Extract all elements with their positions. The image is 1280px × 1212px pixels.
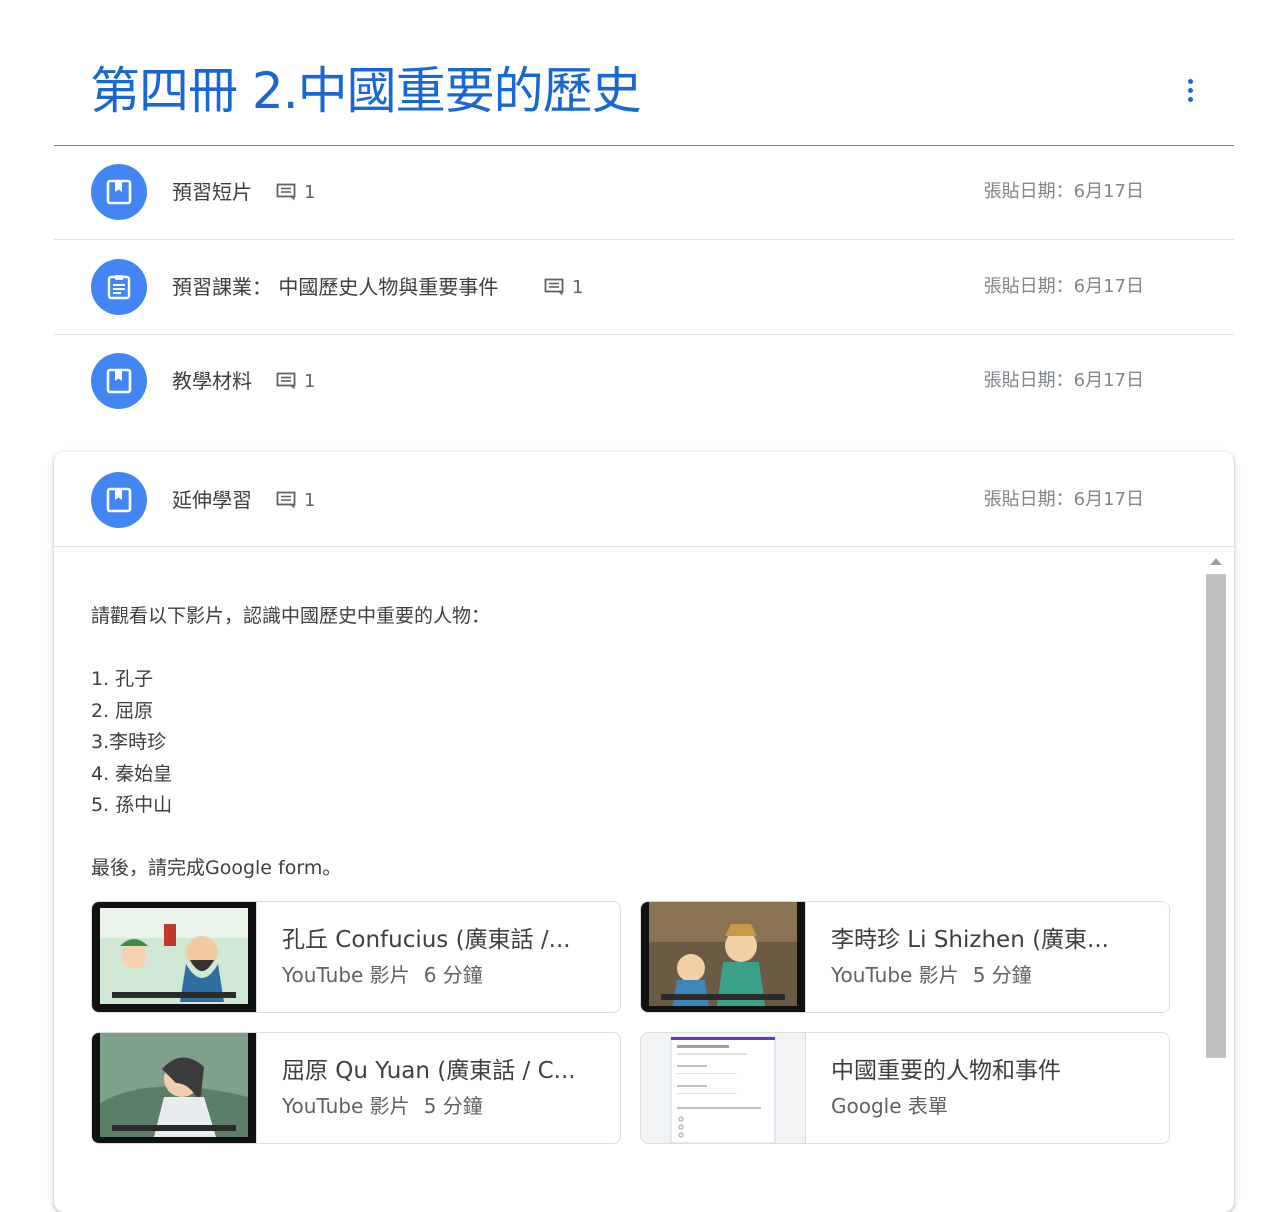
posted-date: 張貼日期：6月17日	[983, 276, 1144, 297]
row-title: 預習短片	[172, 180, 252, 204]
more-options-button[interactable]	[1168, 68, 1212, 112]
book-icon	[91, 472, 147, 528]
vertical-scrollbar[interactable]	[1204, 548, 1228, 1168]
comment-icon	[276, 491, 296, 509]
video-thumbnail	[92, 1033, 257, 1143]
attachment-meta: Google 表單	[831, 1094, 948, 1118]
scroll-up-arrow-icon[interactable]	[1210, 558, 1222, 565]
attachment-title: 李時珍 Li Shizhen (廣東...	[831, 927, 1109, 953]
row-title: 預習課業： 中國歷史人物與重要事件	[172, 275, 499, 299]
attachment-qu-yuan-video[interactable]: 屈原 Qu Yuan (廣東話 / C... YouTube 影片 5 分鐘	[91, 1032, 621, 1144]
posted-date: 張貼日期：6月17日	[983, 370, 1144, 391]
book-icon	[91, 353, 147, 409]
attachment-google-form[interactable]: 中國重要的人物和事件 Google 表單	[640, 1032, 1170, 1144]
video-thumbnail	[641, 902, 806, 1012]
list-item: 2. 屈原	[91, 699, 154, 722]
video-thumbnail	[92, 902, 257, 1012]
form-thumbnail	[641, 1033, 806, 1143]
material-row-extended-learning[interactable]: 延伸學習 1 張貼日期：6月17日	[54, 452, 1234, 547]
attachment-title: 孔丘 Confucius (廣東話 /...	[282, 927, 571, 953]
attachment-meta: YouTube 影片 5 分鐘	[282, 1094, 483, 1118]
book-icon	[91, 164, 147, 220]
assignment-row-preview-homework[interactable]: 預習課業： 中國歷史人物與重要事件 1 張貼日期：6月17日	[54, 240, 1234, 335]
posted-date: 張貼日期：6月17日	[983, 489, 1144, 510]
expanded-material-card: 延伸學習 1 張貼日期：6月17日 請觀看以下影片，認識中國歷史中重要的人物： …	[54, 452, 1234, 1212]
comment-icon	[276, 372, 296, 390]
attachment-confucius-video[interactable]: 孔丘 Confucius (廣東話 /... YouTube 影片 6 分鐘	[91, 901, 621, 1013]
material-description: 請觀看以下影片，認識中國歷史中重要的人物： 1. 孔子 2. 屈原 3.李時珍 …	[91, 605, 491, 879]
attachment-meta: YouTube 影片 6 分鐘	[282, 963, 483, 987]
list-item: 3.李時珍	[91, 731, 167, 753]
assignment-icon	[91, 259, 147, 315]
row-title: 教學材料	[172, 369, 252, 393]
material-row-preview-video[interactable]: 預習短片 1 張貼日期：6月17日	[54, 145, 1234, 240]
posted-date: 張貼日期：6月17日	[983, 181, 1144, 202]
comment-count: 1	[276, 175, 315, 209]
attachment-title: 中國重要的人物和事件	[831, 1058, 1061, 1084]
comment-count: 1	[276, 483, 315, 517]
list-item: 4. 秦始皇	[91, 762, 173, 785]
topic-header: 第四冊 2.中國重要的歷史	[54, 0, 1234, 146]
comment-count: 1	[276, 364, 315, 398]
comment-icon	[276, 183, 296, 201]
material-content: 請觀看以下影片，認識中國歷史中重要的人物： 1. 孔子 2. 屈原 3.李時珍 …	[54, 547, 1214, 1157]
comment-count: 1	[544, 270, 583, 304]
comment-icon	[544, 278, 564, 296]
more-vert-icon	[1187, 78, 1193, 84]
list-item: 5. 孫中山	[91, 794, 173, 816]
scrollbar-thumb[interactable]	[1206, 574, 1226, 1058]
attachment-li-shizhen-video[interactable]: 李時珍 Li Shizhen (廣東... YouTube 影片 5 分鐘	[640, 901, 1170, 1013]
material-row-teaching-material[interactable]: 教學材料 1 張貼日期：6月17日	[54, 334, 1234, 428]
list-item: 1. 孔子	[91, 668, 154, 690]
attachment-title: 屈原 Qu Yuan (廣東話 / C...	[282, 1058, 576, 1084]
topic-title: 第四冊 2.中國重要的歷史	[90, 62, 642, 120]
attachment-meta: YouTube 影片 5 分鐘	[831, 963, 1032, 987]
row-title: 延伸學習	[172, 488, 252, 512]
